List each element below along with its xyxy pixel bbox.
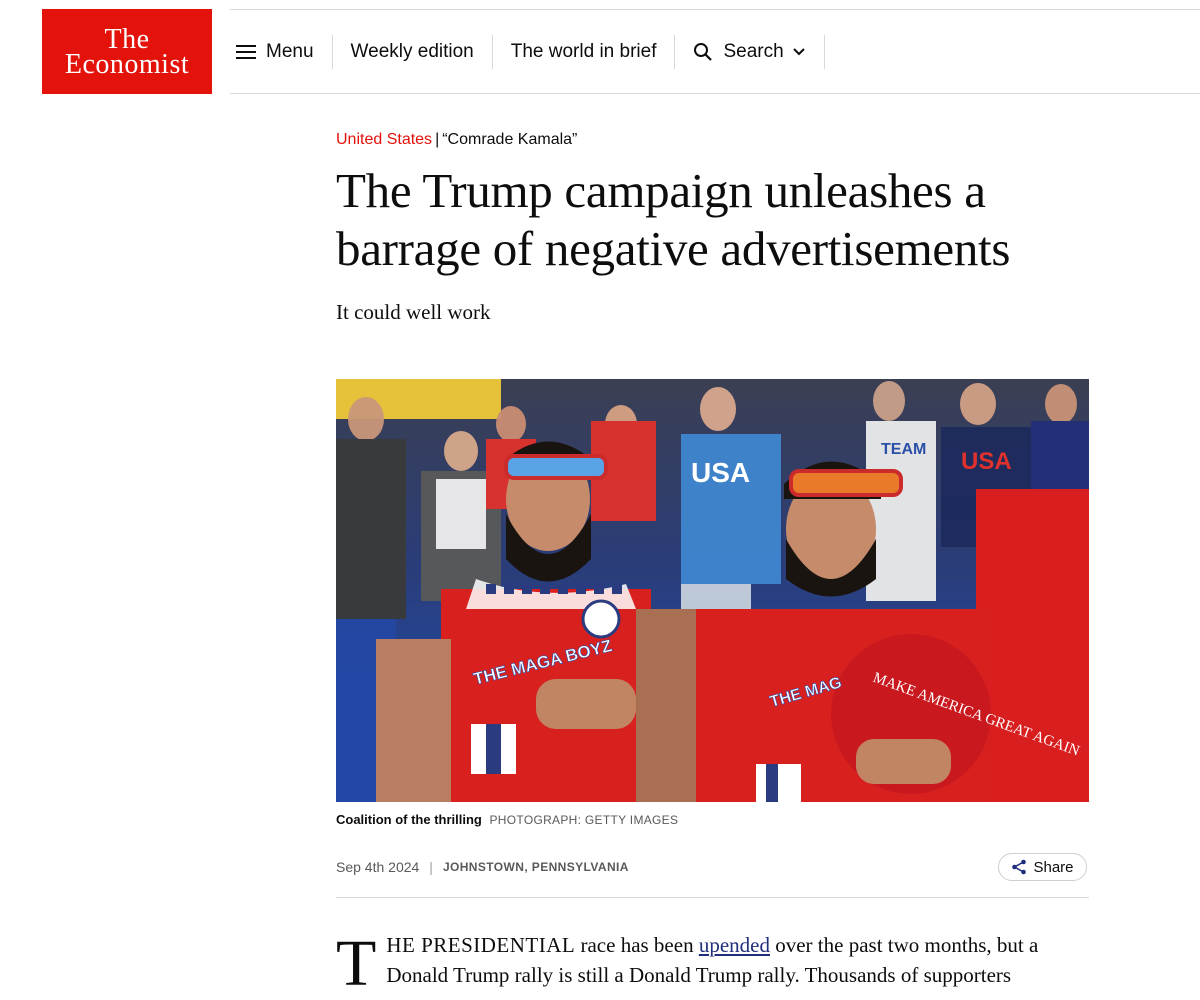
drop-cap: T <box>336 927 377 1000</box>
dateline-location: JOHNSTOWN, PENNSYLVANIA <box>442 860 629 874</box>
share-button[interactable]: Share <box>998 853 1087 881</box>
hamburger-icon <box>236 44 256 59</box>
share-label: Share <box>1033 858 1074 876</box>
image-caption: Coalition of the thrilling PHOTOGRAPH: G… <box>336 812 678 827</box>
article-standfirst: It could well work <box>336 300 491 324</box>
weekly-edition-link[interactable]: Weekly edition <box>333 34 493 69</box>
article-hero-image: USA USA TEAM THE MAGA BOYZ THE MAG MAKE … <box>336 379 1089 802</box>
caption-text: Coalition of the thrilling <box>336 812 482 827</box>
world-in-brief-link[interactable]: The world in brief <box>493 34 676 69</box>
photo-shirt-usa-2: USA <box>961 448 1012 475</box>
rubric-separator: | <box>435 131 440 148</box>
economist-logo[interactable]: The Economist <box>42 9 212 94</box>
weekly-edition-label: Weekly edition <box>350 40 474 62</box>
article-headline: The Trump campaign unleashes a barrage o… <box>336 163 1011 276</box>
lead-smallcaps: HE PRESIDENTIAL <box>386 933 576 957</box>
menu-label: Menu <box>266 40 314 62</box>
search-button[interactable]: Search <box>675 34 825 69</box>
world-in-brief-label: The world in brief <box>510 40 657 62</box>
logo-line-1: The <box>104 23 150 55</box>
menu-button[interactable]: Menu <box>230 34 333 69</box>
search-label: Search <box>723 40 784 62</box>
article-body: T HE PRESIDENTIAL race has been upended o… <box>336 927 1089 1000</box>
share-icon <box>1012 859 1027 875</box>
article-rubric: United States | “Comrade Kamala” <box>336 131 577 149</box>
photo-shirt-usa: USA <box>691 457 750 488</box>
fly-title: “Comrade Kamala” <box>442 131 578 148</box>
photo-credit: PHOTOGRAPH: GETTY IMAGES <box>489 813 679 827</box>
logo-line-2: Economist <box>64 48 190 80</box>
body-text-1: race has been <box>575 933 699 957</box>
upended-link[interactable]: upended <box>699 933 770 957</box>
search-icon <box>694 42 713 61</box>
photo-shirt-team: TEAM <box>881 441 926 458</box>
meta-separator: | <box>429 859 433 875</box>
meta-divider <box>336 897 1089 898</box>
section-link[interactable]: United States <box>336 131 432 148</box>
article-meta: Sep 4th 2024 | JOHNSTOWN, PENNSYLVANIA <box>336 859 629 875</box>
top-navigation: Menu Weekly edition The world in brief S… <box>230 9 1200 94</box>
publish-date: Sep 4th 2024 <box>336 859 420 875</box>
chevron-down-icon <box>792 47 805 55</box>
